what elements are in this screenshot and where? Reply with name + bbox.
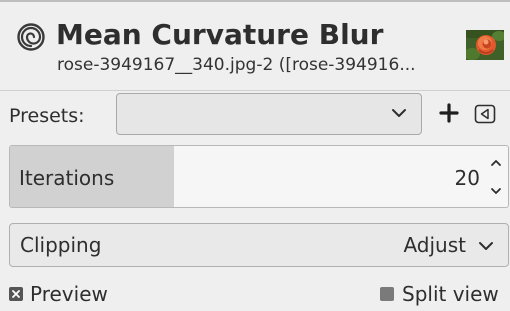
- split-view-checkbox[interactable]: [380, 287, 394, 301]
- dialog-title: Mean Curvature Blur: [56, 18, 384, 51]
- preset-menu-icon[interactable]: [474, 104, 496, 124]
- presets-label: Presets:: [9, 105, 85, 127]
- increment-arrow-icon[interactable]: [488, 156, 504, 170]
- decrement-arrow-icon[interactable]: [488, 184, 504, 198]
- clipping-label: Clipping: [20, 233, 102, 257]
- dialog-header: Mean Curvature Blur rose-3949167__340.jp…: [0, 2, 510, 88]
- iterations-label: Iterations: [19, 166, 115, 190]
- chevron-down-icon: [479, 242, 493, 250]
- image-subtitle: rose-3949167__340.jpg-2 ([rose-394916...: [57, 55, 416, 75]
- split-view-label: Split view: [402, 282, 499, 306]
- presets-combo[interactable]: [116, 93, 422, 135]
- rose-image-thumbnail: [466, 30, 504, 60]
- add-preset-button[interactable]: [434, 98, 464, 128]
- iterations-spin-scale[interactable]: Iterations 20: [9, 145, 509, 208]
- gegl-spiral-icon: [17, 23, 45, 51]
- header-separator: [0, 90, 510, 91]
- iterations-spinner: [484, 146, 508, 207]
- preview-label: Preview: [30, 282, 108, 306]
- clipping-value: Adjust: [403, 233, 466, 257]
- chevron-down-icon: [392, 109, 406, 117]
- clipping-combo[interactable]: Clipping Adjust: [9, 223, 509, 267]
- split-view-toggle[interactable]: Split view: [380, 281, 510, 307]
- checkmark-icon: [12, 290, 20, 298]
- preview-checkbox[interactable]: [9, 287, 23, 301]
- iterations-value[interactable]: 20: [455, 166, 480, 190]
